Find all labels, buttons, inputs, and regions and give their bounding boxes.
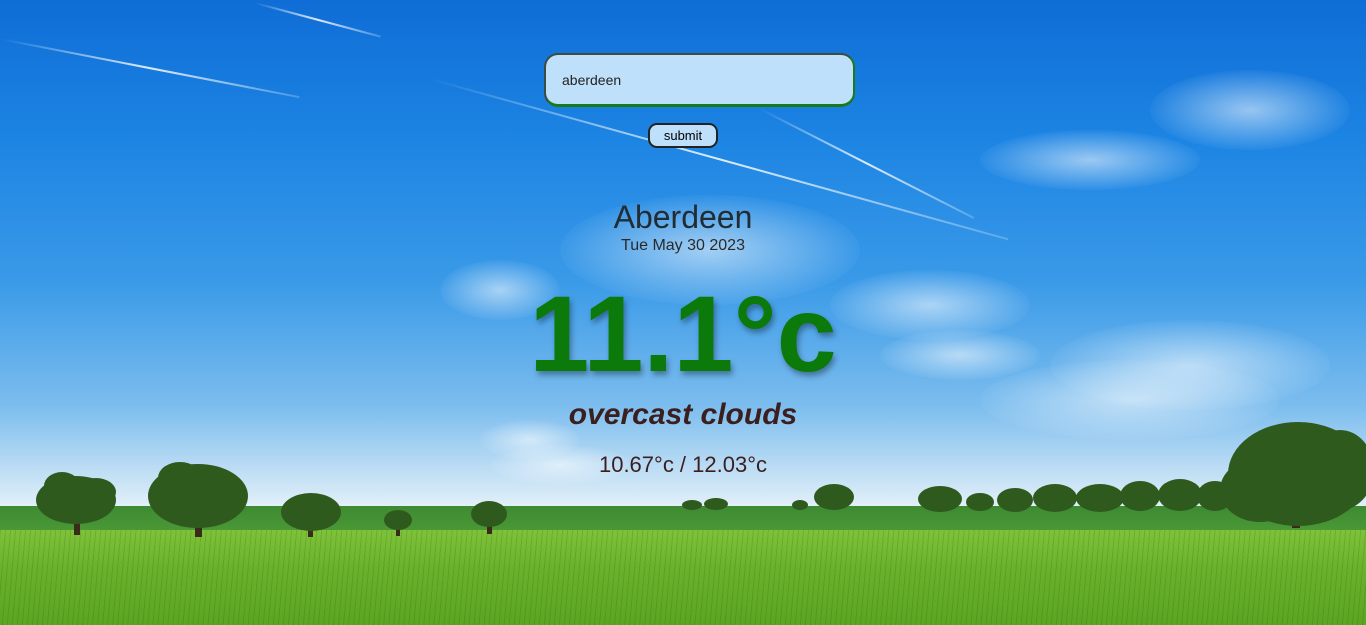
city-search-input[interactable] (544, 53, 855, 107)
city-name: Aberdeen (613, 199, 753, 235)
submit-button[interactable]: submit (648, 123, 718, 148)
min-max-temperature: 10.67°c / 12.03°c (598, 452, 768, 477)
current-temperature: 11.1°c (529, 273, 837, 394)
current-date: Tue May 30 2023 (621, 237, 745, 254)
weather-description: overcast clouds (568, 398, 798, 431)
